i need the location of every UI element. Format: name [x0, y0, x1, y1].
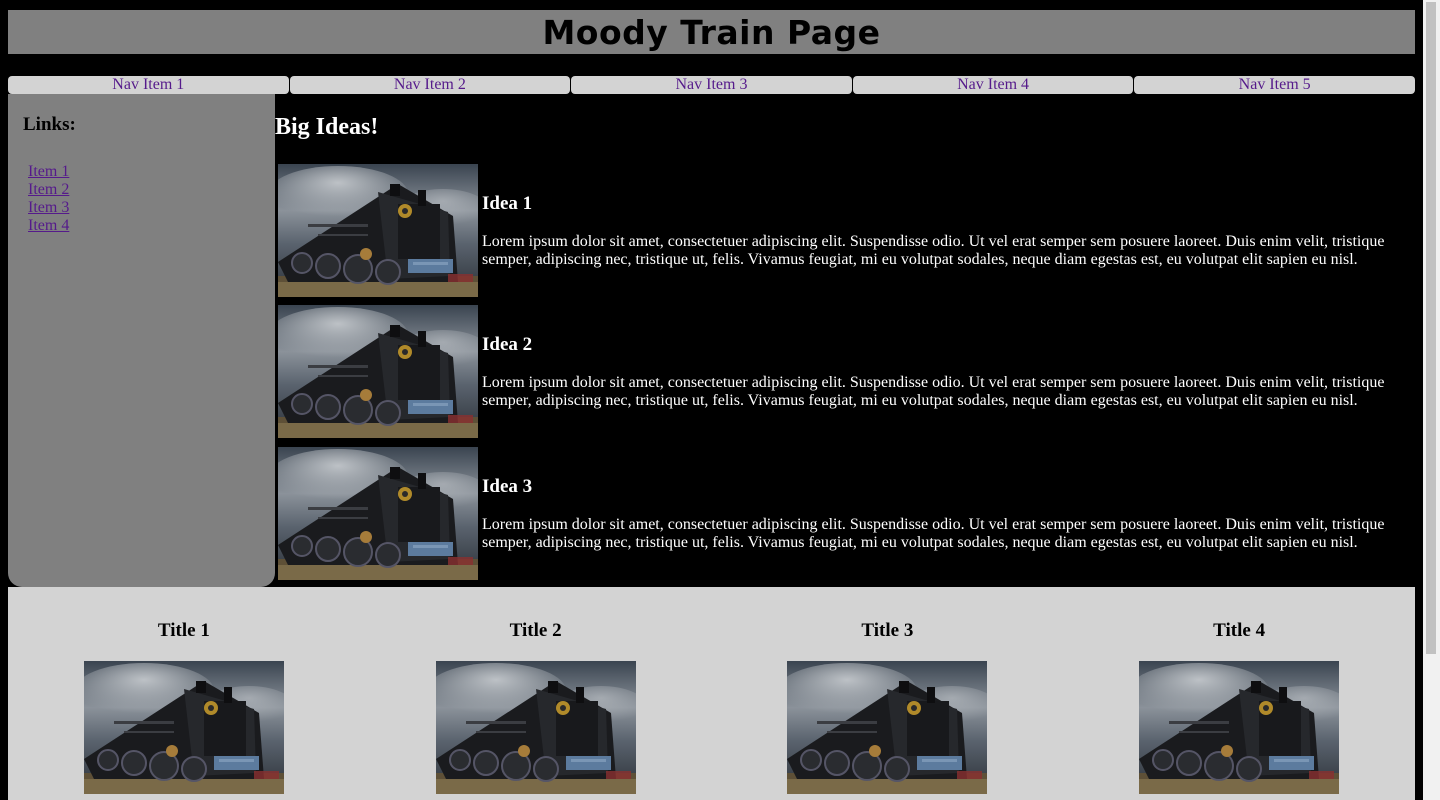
nav-item-2[interactable]: Nav Item 2	[289, 76, 571, 94]
site-header: Moody Train Page	[8, 10, 1415, 54]
sidebar-links: Item 1 Item 2 Item 3 Item 4	[23, 163, 260, 235]
train-image	[278, 447, 478, 580]
train-image	[787, 661, 987, 794]
card-title: Title 1	[157, 620, 210, 641]
idea-title: Idea 1	[482, 192, 533, 214]
page-title: Moody Train Page	[542, 12, 881, 52]
idea-row-2: Idea 2 Lorem ipsum dolor sit amet, conse…	[278, 305, 1415, 438]
train-image	[84, 661, 284, 794]
sidebar-link-item-2[interactable]: Item 2	[28, 181, 69, 198]
main-content: Big Ideas! Idea 1 Lorem ipsum dolor sit …	[275, 94, 1415, 587]
train-image	[1139, 661, 1339, 794]
nav-item-4[interactable]: Nav Item 4	[852, 76, 1134, 94]
idea-row-3: Idea 3 Lorem ipsum dolor sit amet, conse…	[278, 447, 1415, 580]
train-image	[436, 661, 636, 794]
idea-title: Idea 2	[482, 333, 533, 355]
sidebar: Links: Item 1 Item 2 Item 3 Item 4	[8, 94, 275, 587]
idea-description: Lorem ipsum dolor sit amet, consectetuer…	[482, 373, 1385, 409]
idea-text-block: Idea 2 Lorem ipsum dolor sit amet, conse…	[478, 334, 1415, 410]
top-nav: Nav Item 1 Nav Item 2 Nav Item 3 Nav Ite…	[8, 76, 1415, 94]
idea-description: Lorem ipsum dolor sit amet, consectetuer…	[482, 232, 1385, 268]
gallery-card-2: Title 2	[360, 587, 712, 800]
nav-item-3[interactable]: Nav Item 3	[571, 76, 852, 94]
sidebar-list-item: Item 4	[28, 217, 260, 235]
footer-gallery: Title 1 Title 2 Title 3 Title 4	[8, 587, 1415, 800]
sidebar-list-item: Item 1	[28, 163, 260, 181]
idea-description: Lorem ipsum dolor sit amet, consectetuer…	[482, 515, 1385, 551]
sidebar-link-item-4[interactable]: Item 4	[28, 217, 69, 234]
idea-text-block: Idea 1 Lorem ipsum dolor sit amet, conse…	[478, 193, 1415, 269]
main-heading: Big Ideas!	[275, 114, 379, 140]
train-image	[278, 164, 478, 297]
train-image	[278, 305, 478, 438]
card-title: Title 2	[509, 620, 562, 641]
gallery-card-4: Title 4	[1063, 587, 1415, 800]
nav-item-5[interactable]: Nav Item 5	[1134, 76, 1415, 94]
idea-row-1: Idea 1 Lorem ipsum dolor sit amet, conse…	[278, 164, 1415, 297]
card-title: Title 4	[1213, 620, 1266, 641]
sidebar-link-item-3[interactable]: Item 3	[28, 199, 69, 216]
gallery-card-1: Title 1	[8, 587, 360, 800]
sidebar-list-item: Item 2	[28, 181, 260, 199]
vertical-scrollbar[interactable]	[1423, 0, 1440, 800]
page: Moody Train Page Nav Item 1 Nav Item 2 N…	[8, 0, 1415, 800]
sidebar-link-item-1[interactable]: Item 1	[28, 163, 69, 180]
idea-title: Idea 3	[482, 475, 533, 497]
scrollbar-thumb[interactable]	[1426, 2, 1436, 654]
card-title: Title 3	[861, 620, 914, 641]
sidebar-list-item: Item 3	[28, 199, 260, 217]
sidebar-heading: Links:	[23, 114, 76, 135]
gallery-card-3: Title 3	[712, 587, 1064, 800]
idea-text-block: Idea 3 Lorem ipsum dolor sit amet, conse…	[478, 476, 1415, 552]
nav-item-1[interactable]: Nav Item 1	[8, 76, 289, 94]
